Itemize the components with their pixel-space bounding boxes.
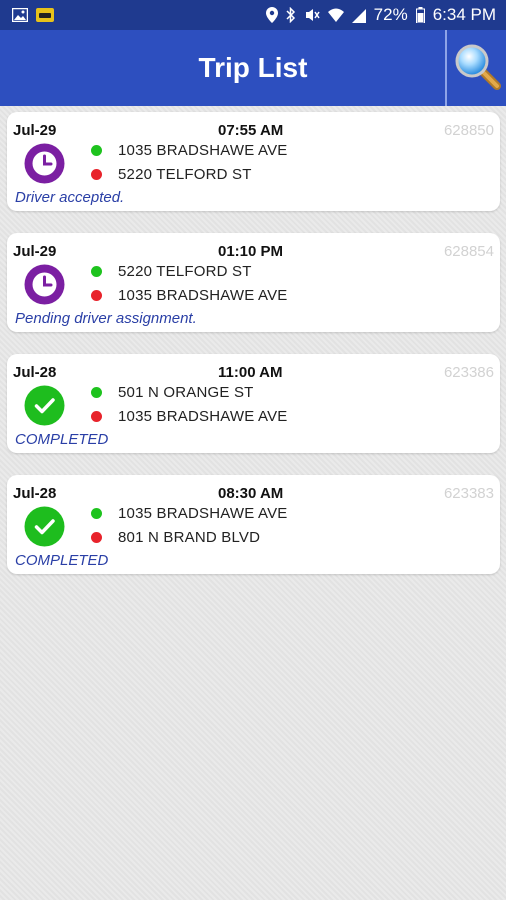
pickup-dot (91, 387, 102, 398)
wifi-icon (327, 7, 344, 23)
trip-card[interactable]: Jul-28 08:30 AM 623383 1035 BRADSHAWE AV… (7, 475, 500, 574)
trip-id: 623383 (443, 485, 494, 502)
status-time: 6:34 PM (432, 5, 496, 24)
mute-icon (304, 7, 320, 23)
trip-id: 628850 (443, 122, 494, 139)
trip-status: COMPLETED (15, 431, 109, 448)
trip-status: Driver accepted. (15, 189, 125, 206)
location-icon (265, 7, 278, 23)
trip-time: 08:30 AM (218, 485, 284, 502)
trip-time: 11:00 AM (218, 364, 283, 381)
trip-time: 01:10 PM (218, 243, 284, 260)
dropoff-address: 1035 BRADSHAWE AVE (118, 287, 288, 304)
pickup-address: 1035 BRADSHAWE AVE (118, 142, 288, 159)
trip-date: Jul-28 (13, 364, 57, 381)
pickup-dot (91, 266, 102, 277)
dropoff-dot (91, 290, 102, 301)
trip-id: 623386 (443, 364, 494, 381)
check-icon (24, 506, 65, 547)
pickup-row: 5220 TELFORD ST (91, 263, 252, 280)
signal-icon (351, 7, 366, 23)
dropoff-address: 801 N BRAND BLVD (118, 529, 261, 546)
trip-date: Jul-29 (13, 243, 57, 260)
search-button[interactable] (448, 30, 506, 106)
trip-date: Jul-28 (13, 485, 57, 502)
app-bar-divider (445, 30, 447, 106)
dropoff-address: 5220 TELFORD ST (118, 166, 252, 183)
trip-card[interactable]: Jul-29 07:55 AM 628850 1035 BRADSHAWE AV… (7, 112, 500, 211)
taxi-app-icon (36, 7, 54, 23)
dropoff-dot (91, 169, 102, 180)
status-bar: 72% 6:34 PM (0, 0, 506, 30)
trip-id: 628854 (443, 243, 494, 260)
trip-card[interactable]: Jul-29 01:10 PM 628854 5220 TELFORD ST 1… (7, 233, 500, 332)
trip-status: COMPLETED (15, 552, 109, 569)
pickup-address: 1035 BRADSHAWE AVE (118, 505, 288, 522)
pickup-dot (91, 145, 102, 156)
battery-percent: 72% (373, 5, 408, 24)
dropoff-row: 1035 BRADSHAWE AVE (91, 287, 288, 304)
pickup-row: 1035 BRADSHAWE AVE (91, 142, 288, 159)
status-bar-right: 72% 6:34 PM (265, 5, 496, 25)
clock-icon (24, 264, 65, 305)
trip-card[interactable]: Jul-28 11:00 AM 623386 501 N ORANGE ST 1… (7, 354, 500, 453)
pickup-dot (91, 508, 102, 519)
status-bar-left (12, 7, 54, 23)
dropoff-row: 5220 TELFORD ST (91, 166, 252, 183)
clock-icon (24, 143, 65, 184)
image-icon (12, 7, 28, 23)
battery-icon (415, 7, 425, 23)
page-title: Trip List (198, 52, 308, 83)
pickup-row: 501 N ORANGE ST (91, 384, 254, 401)
trip-time: 07:55 AM (218, 122, 284, 139)
check-icon (24, 385, 65, 426)
trip-status: Pending driver assignment. (15, 310, 197, 327)
bluetooth-icon (286, 7, 296, 23)
dropoff-row: 1035 BRADSHAWE AVE (91, 408, 288, 425)
app-bar: Trip List (0, 30, 506, 106)
magnifier-icon (453, 42, 501, 95)
pickup-address: 501 N ORANGE ST (118, 384, 254, 401)
dropoff-row: 801 N BRAND BLVD (91, 529, 260, 546)
trip-date: Jul-29 (13, 122, 57, 139)
dropoff-dot (91, 411, 102, 422)
pickup-address: 5220 TELFORD ST (118, 263, 252, 280)
dropoff-dot (91, 532, 102, 543)
pickup-row: 1035 BRADSHAWE AVE (91, 505, 288, 522)
dropoff-address: 1035 BRADSHAWE AVE (118, 408, 288, 425)
